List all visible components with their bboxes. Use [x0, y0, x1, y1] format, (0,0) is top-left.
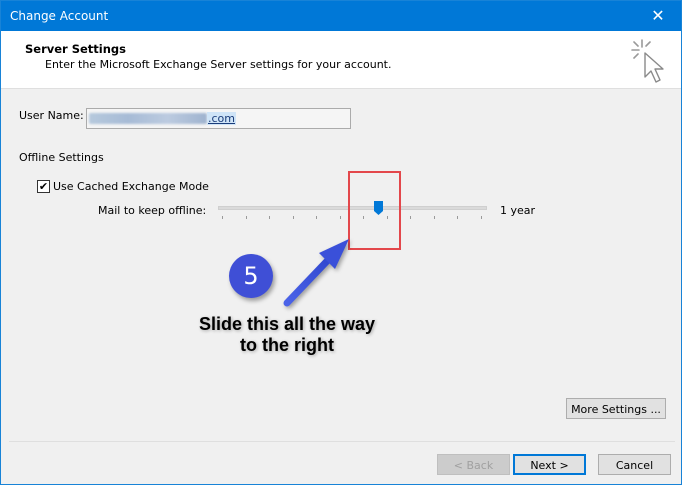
window-title: Change Account	[10, 9, 109, 23]
slider-tick	[222, 216, 223, 219]
slider-tick	[293, 216, 294, 219]
slider-value-label: 1 year	[500, 204, 536, 217]
cancel-button[interactable]: Cancel	[598, 454, 671, 475]
change-account-dialog: Change Account ✕ Server Settings Enter t…	[0, 0, 682, 485]
instruction-text: Slide this all the way to the right	[177, 314, 397, 356]
title-bar: Change Account ✕	[1, 1, 681, 31]
slider-tick	[340, 216, 341, 219]
mail-offline-label: Mail to keep offline:	[98, 204, 207, 217]
cached-mode-label: Use Cached Exchange Mode	[53, 180, 209, 193]
section-subtitle: Enter the Microsoft Exchange Server sett…	[45, 58, 392, 71]
email-domain: .com	[207, 112, 236, 125]
section-title: Server Settings	[25, 42, 127, 56]
slider-tick	[316, 216, 317, 219]
pointer-arrow-icon	[283, 239, 349, 307]
dialog-header: Server Settings Enter the Microsoft Exch…	[1, 31, 681, 89]
step-number-badge: 5	[229, 254, 273, 298]
user-name-field[interactable]: .com	[86, 108, 351, 129]
slider-tick	[246, 216, 247, 219]
slider-tick	[457, 216, 458, 219]
back-button[interactable]: < Back	[437, 454, 510, 475]
slider-tick	[269, 216, 270, 219]
more-settings-button[interactable]: More Settings ...	[566, 398, 666, 419]
cached-mode-checkbox[interactable]: ✔	[37, 180, 50, 193]
offline-settings-label: Offline Settings	[19, 151, 104, 164]
close-icon[interactable]: ✕	[635, 1, 681, 31]
next-button[interactable]: Next >	[513, 454, 586, 475]
slider-tick	[434, 216, 435, 219]
instruction-line-1: Slide this all the way	[198, 314, 376, 334]
user-name-label: User Name:	[19, 109, 84, 122]
slider-tick	[410, 216, 411, 219]
instruction-line-2: to the right	[240, 335, 334, 355]
footer-divider	[9, 441, 675, 442]
slider-tick	[481, 216, 482, 219]
obscured-email	[89, 113, 207, 124]
wizard-cursor-icon	[631, 39, 664, 83]
